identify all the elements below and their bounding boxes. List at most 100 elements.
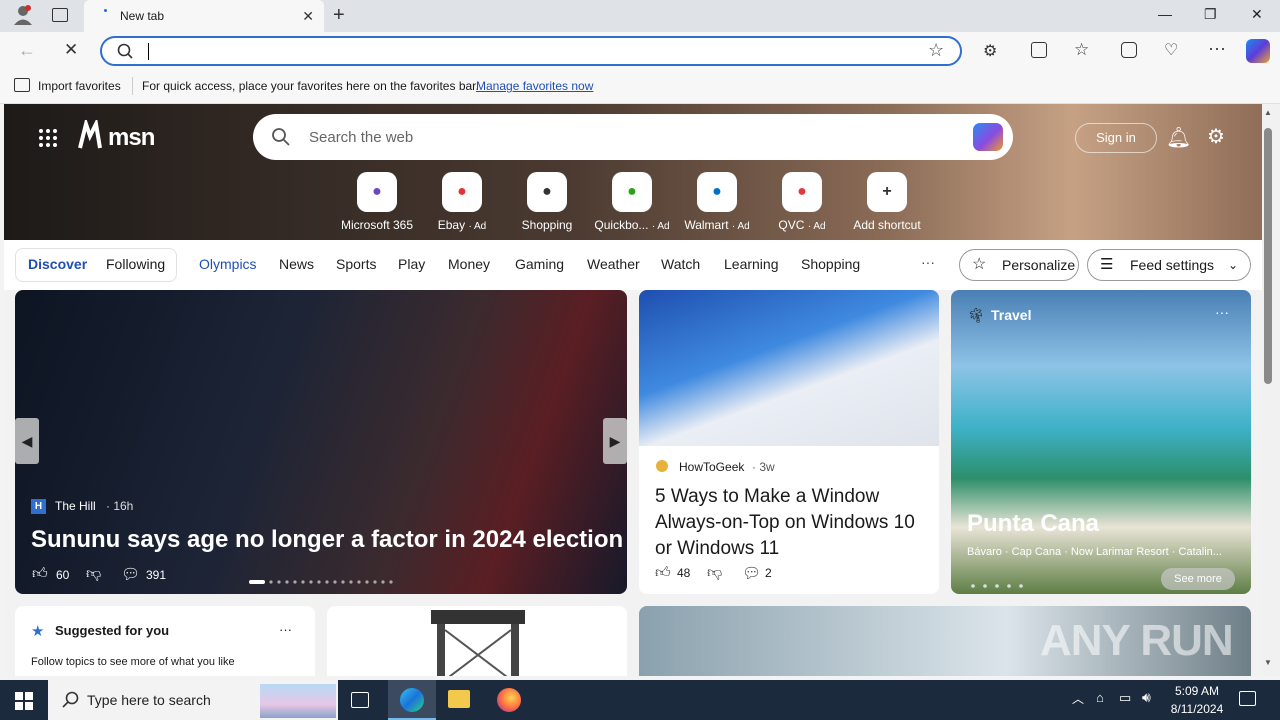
travel-card[interactable]: 🌴︎ Travel ··· Punta Cana Bávaro · Cap Ca… [951, 290, 1251, 594]
manage-favorites-link[interactable]: Manage favorites now [476, 79, 593, 93]
notification-center-icon[interactable] [1239, 691, 1256, 706]
card-more-icon[interactable]: ··· [279, 622, 292, 637]
tab-loading-icon [104, 9, 107, 12]
split-screen-icon[interactable] [1031, 42, 1047, 58]
article-source[interactable]: HowToGeek [679, 460, 744, 474]
nav-item-weather[interactable]: Weather [587, 256, 640, 272]
watermark: ANY RUN [1040, 616, 1234, 665]
more-categories-button[interactable]: ··· [921, 254, 935, 270]
howtogeek-card[interactable]: HowToGeek · 3w 5 Ways to Make a Window A… [639, 290, 939, 594]
copilot-icon[interactable] [1246, 39, 1270, 63]
feed-settings-button[interactable]: ☰ Feed settings ⌄ [1087, 249, 1251, 281]
nav-item-gaming[interactable]: Gaming [515, 256, 564, 272]
travel-category[interactable]: Travel [991, 307, 1031, 323]
nav-item-learning[interactable]: Learning [724, 256, 779, 272]
like-icon[interactable]: 👍︎ [32, 565, 48, 583]
shortcut-walmart[interactable]: ● Walmart · Ad [672, 172, 762, 232]
story-headline[interactable]: Sununu says age no longer a factor in 20… [31, 526, 623, 554]
carousel-dots[interactable] [249, 572, 399, 584]
favorites-message: For quick access, place your favorites h… [142, 79, 479, 93]
windows-start-icon[interactable] [15, 692, 33, 713]
shortcut-qvc[interactable]: ● QVC · Ad [757, 172, 847, 232]
back-button[interactable]: ← [18, 40, 36, 61]
import-favorites-button[interactable]: Import favorites [38, 79, 121, 93]
device-icon[interactable]: ⌂ [1096, 690, 1104, 705]
minimize-button[interactable]: — [1158, 6, 1172, 22]
shortcut-label: Add shortcut [853, 218, 921, 232]
app-launcher-icon[interactable] [38, 128, 58, 148]
settings-more-icon[interactable]: ··· [1208, 38, 1226, 59]
file-explorer-icon[interactable] [448, 690, 470, 708]
tab-new-tab[interactable]: New tab ✕ [84, 0, 324, 32]
network-icon[interactable]: ▭ [1119, 690, 1131, 706]
dislike-icon[interactable]: 👎︎ [707, 564, 722, 582]
scroll-down-icon[interactable]: ▼ [1264, 658, 1272, 667]
sign-in-button[interactable]: Sign in [1075, 123, 1157, 153]
notifications-bell-icon[interactable]: 🔔︎ [1166, 125, 1191, 150]
story-source[interactable]: The Hill [55, 499, 96, 513]
collections-icon[interactable] [1121, 42, 1137, 58]
tab-actions-icon[interactable] [52, 8, 68, 22]
close-window-button[interactable]: ✕ [1251, 6, 1263, 23]
comment-icon[interactable]: 💬︎ [121, 565, 140, 583]
card-more-icon[interactable]: ··· [1215, 304, 1229, 320]
task-view-icon[interactable] [351, 692, 369, 708]
volume-icon[interactable]: 🔊︎ [1142, 689, 1151, 706]
chevron-up-icon[interactable]: ︿ [1072, 690, 1084, 707]
favorite-star-icon[interactable]: ☆ [928, 40, 944, 61]
scrollbar-thumb[interactable] [1264, 128, 1272, 384]
nav-item-watch[interactable]: Watch [661, 256, 700, 272]
dislike-icon[interactable]: 👎︎ [86, 565, 101, 583]
see-more-button[interactable]: See more [1161, 568, 1235, 590]
tab-following[interactable]: Following [106, 256, 165, 272]
favorites-icon[interactable]: ☆ [1074, 40, 1089, 60]
carousel-dots[interactable] [971, 576, 1027, 588]
firefox-icon[interactable] [497, 688, 521, 712]
clock-date[interactable]: 8/11/2024 [1166, 702, 1228, 716]
sliders-icon: ☰ [1100, 256, 1114, 273]
shortcut-shopping-tag[interactable]: ● Shopping [502, 172, 592, 232]
carousel-next-button[interactable]: ▶ [603, 418, 627, 464]
nav-item-olympics[interactable]: Olympics [199, 256, 257, 272]
clock-time[interactable]: 5:09 AM [1171, 684, 1223, 698]
shortcut-microsoft365[interactable]: ● Microsoft 365 [332, 172, 422, 232]
travel-title[interactable]: Punta Cana [967, 510, 1099, 538]
nav-item-shopping[interactable]: Shopping [801, 256, 860, 272]
profile-icon[interactable] [14, 5, 32, 25]
personalize-label: Personalize [1002, 257, 1076, 273]
nav-item-news[interactable]: News [279, 256, 314, 272]
restore-button[interactable]: ❐ [1204, 6, 1217, 23]
nav-item-sports[interactable]: Sports [336, 256, 376, 272]
shortcut-quickbooks[interactable]: ● Quickbo... · Ad [587, 172, 677, 232]
shortcut-plus[interactable]: + Add shortcut [842, 172, 932, 232]
comment-icon[interactable]: 💬︎ [742, 564, 761, 582]
shortcut-ebay[interactable]: ● Ebay · Ad [417, 172, 507, 232]
browser-essentials-icon[interactable]: ♡ [1164, 40, 1178, 60]
settings-gear-icon[interactable]: ⚙ [1207, 124, 1225, 149]
product-card[interactable] [327, 606, 627, 676]
close-tab-icon[interactable]: ✕ [302, 8, 314, 25]
shortcut-label: Quickbo... [594, 218, 649, 232]
article-headline[interactable]: 5 Ways to Make a Window Always-on-Top on… [655, 484, 925, 562]
extensions-icon[interactable]: ⚙ [983, 41, 997, 61]
web-search-box[interactable]: Search the web [253, 114, 1013, 160]
edge-icon [400, 688, 424, 712]
scroll-up-icon[interactable]: ▲ [1264, 108, 1272, 117]
nav-item-play[interactable]: Play [398, 256, 425, 272]
stop-loading-button[interactable]: ✕ [64, 40, 78, 60]
suggested-title: Suggested for you [55, 623, 170, 638]
palm-tree-icon: 🌴︎ [967, 307, 985, 323]
msn-logo[interactable]: msn [108, 124, 155, 152]
address-input[interactable] [148, 43, 149, 60]
taskbar-search-box[interactable]: Type here to search [48, 680, 338, 720]
tab-discover[interactable]: Discover [28, 256, 87, 272]
new-tab-button[interactable]: + [333, 4, 345, 27]
address-bar[interactable] [100, 36, 962, 66]
like-icon[interactable]: 👍︎ [655, 564, 671, 582]
copilot-icon[interactable] [973, 123, 1003, 151]
top-story-carousel[interactable]: ◀ ▶ H The Hill · 16h Sununu says age no … [15, 290, 627, 594]
carousel-prev-button[interactable]: ◀ [15, 418, 39, 464]
personalize-button[interactable]: ☆ Personalize [959, 249, 1079, 281]
edge-taskbar-button[interactable] [388, 680, 436, 720]
nav-item-money[interactable]: Money [448, 256, 490, 272]
